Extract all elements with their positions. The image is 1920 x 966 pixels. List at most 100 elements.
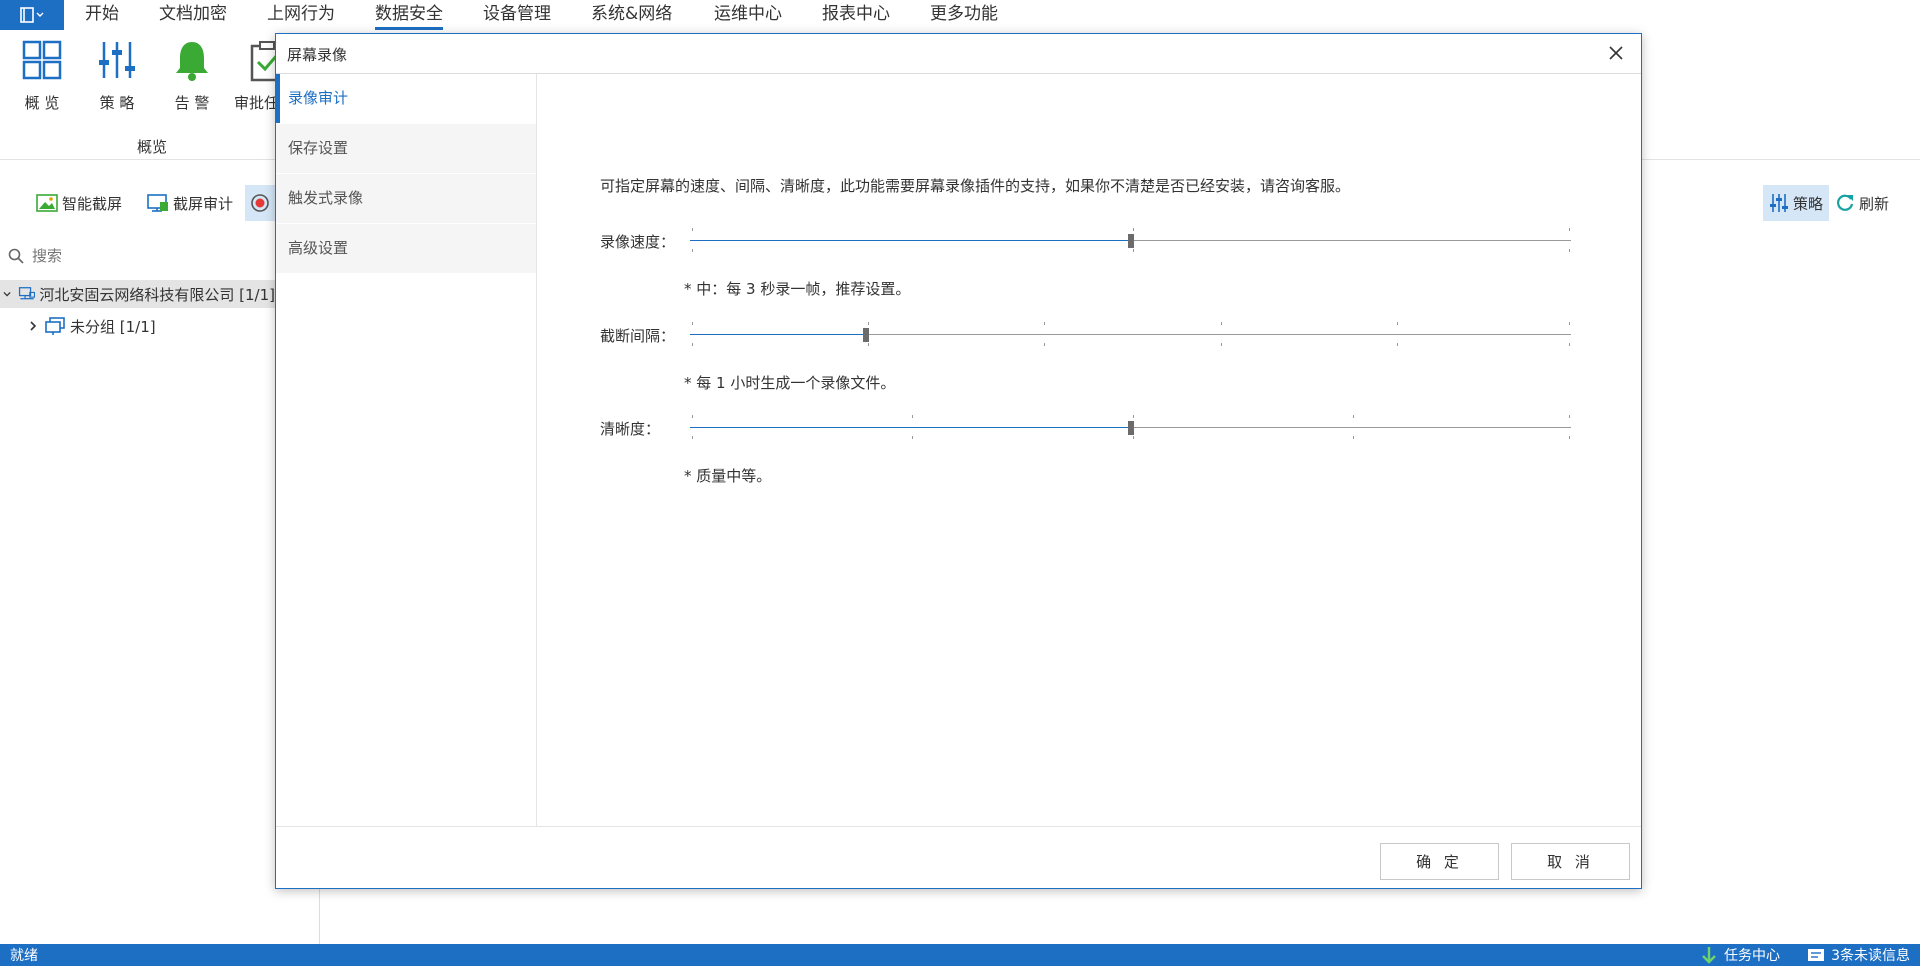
menu-tab-doc-encryption[interactable]: 文档加密 — [159, 0, 227, 30]
slider-fill — [690, 427, 1131, 428]
slider-tick — [1221, 343, 1222, 346]
dialog-nav: 录像审计 保存设置 触发式录像 高级设置 — [276, 74, 537, 826]
strategy-ribbon-button[interactable]: 策 略 — [85, 38, 149, 113]
ribbon-group-label: 概览 — [136, 138, 167, 156]
clarity-note: * 质量中等。 — [684, 467, 772, 485]
cut-interval-note: * 每 1 小时生成一个录像文件。 — [684, 374, 896, 392]
description-text: 可指定屏幕的速度、间隔、清晰度，此功能需要屏幕录像插件的支持，如果你不清楚是否已… — [600, 177, 1351, 195]
dialog-title: 屏幕录像 — [287, 46, 348, 64]
slider-tick — [692, 415, 693, 418]
nav-item-save-settings[interactable]: 保存设置 — [276, 124, 536, 173]
sliders-icon — [1770, 194, 1788, 212]
grid-icon — [22, 40, 62, 80]
confirm-button[interactable]: 确 定 — [1380, 843, 1499, 880]
task-center-label: 任务中心 — [1724, 948, 1780, 964]
tree-node-ungrouped[interactable]: 未分组 [1/1] — [26, 312, 156, 340]
tree-node-company-label: 河北安固云网络科技有限公司 [1/1] — [39, 285, 275, 304]
app-menu-icon — [20, 7, 44, 23]
slider-tick — [1221, 322, 1222, 325]
slider-tick — [692, 343, 693, 346]
record-speed-label: 录像速度： — [600, 233, 676, 251]
cut-interval-slider[interactable] — [690, 322, 1571, 348]
dialog-content: 可指定屏幕的速度、间隔、清晰度，此功能需要屏幕录像插件的支持，如果你不清楚是否已… — [538, 74, 1641, 826]
slider-tick — [1044, 322, 1045, 325]
screen-record-button[interactable] — [245, 185, 275, 221]
search-box[interactable] — [0, 242, 280, 270]
slider-tick — [1133, 249, 1134, 252]
slider-tick — [1569, 228, 1570, 231]
strategy-ribbon-label: 策 略 — [99, 94, 135, 112]
menu-tab-internet-behavior[interactable]: 上网行为 — [267, 0, 335, 30]
unread-messages-button[interactable]: 3条未读信息 — [1807, 945, 1910, 965]
slider-tick — [868, 343, 869, 346]
alert-button[interactable]: 告 警 — [160, 38, 224, 113]
clarity-label: 清晰度： — [600, 420, 661, 438]
chevron-down-icon[interactable] — [0, 285, 14, 303]
nav-item-advanced-settings[interactable]: 高级设置 — [276, 224, 536, 273]
slider-tick — [1133, 415, 1134, 418]
screen-recording-dialog: 屏幕录像 录像审计 保存设置 触发式录像 高级设置 可指定屏幕的速度、间隔、清晰… — [275, 33, 1642, 889]
menu-tab-more-features[interactable]: 更多功能 — [930, 0, 998, 30]
status-text: 就绪 — [10, 948, 38, 964]
bell-icon — [176, 42, 208, 81]
network-computer-icon — [19, 287, 36, 300]
menu-bar: 开始 文档加密 上网行为 数据安全 设备管理 系统&网络 运维中心 报表中心 更… — [0, 0, 1920, 30]
close-icon — [1609, 46, 1623, 60]
message-icon — [1808, 949, 1825, 961]
slider-tick — [1569, 436, 1570, 439]
group-computer-icon — [45, 317, 65, 335]
slider-tick — [692, 228, 693, 231]
chevron-right-icon[interactable] — [26, 317, 40, 335]
cancel-button[interactable]: 取 消 — [1511, 843, 1630, 880]
record-icon — [251, 194, 269, 212]
monitor-icon — [147, 194, 168, 212]
slider-tick — [912, 415, 913, 418]
clarity-slider[interactable] — [690, 415, 1571, 441]
slider-tick — [692, 436, 693, 439]
slider-tick — [1133, 436, 1134, 439]
slider-tick — [1133, 228, 1134, 231]
slider-tick — [1353, 415, 1354, 418]
refresh-label: 刷新 — [1859, 194, 1890, 213]
slider-fill — [690, 334, 867, 335]
slider-thumb[interactable] — [863, 328, 870, 342]
slider-tick — [1397, 322, 1398, 325]
overview-button[interactable]: 概 览 — [10, 38, 74, 113]
download-arrow-icon — [1702, 947, 1716, 964]
slider-thumb[interactable] — [1127, 421, 1134, 435]
refresh-icon — [1837, 194, 1854, 211]
nav-item-record-audit[interactable]: 录像审计 — [276, 74, 536, 123]
menu-tab-report-center[interactable]: 报表中心 — [822, 0, 890, 30]
slider-tick — [868, 322, 869, 325]
tree-node-company[interactable]: 河北安固云网络科技有限公司 [1/1] — [0, 280, 275, 308]
record-speed-note: * 中：每 3 秒录一帧，推荐设置。 — [684, 280, 911, 298]
menu-tab-device-management[interactable]: 设备管理 — [483, 0, 551, 30]
search-input[interactable] — [32, 247, 232, 265]
menu-tab-data-security[interactable]: 数据安全 — [375, 0, 443, 30]
slider-tick — [1397, 343, 1398, 346]
app-menu-button[interactable] — [0, 0, 64, 30]
menu-tab-system-network[interactable]: 系统&网络 — [591, 0, 672, 30]
refresh-button[interactable]: 刷新 — [1835, 185, 1889, 221]
panel-divider[interactable] — [319, 880, 320, 944]
search-icon — [8, 248, 24, 264]
screenshot-audit-label: 截屏审计 — [173, 194, 234, 213]
menu-tab-ops-center[interactable]: 运维中心 — [714, 0, 782, 30]
screenshot-audit-button[interactable]: 截屏审计 — [147, 185, 233, 221]
dialog-titlebar[interactable]: 屏幕录像 — [276, 34, 1641, 74]
close-button[interactable] — [1605, 42, 1627, 64]
slider-tick — [1044, 343, 1045, 346]
sliders-icon — [99, 42, 135, 78]
task-center-button[interactable]: 任务中心 — [1700, 945, 1780, 965]
slider-tick — [1569, 249, 1570, 252]
slider-thumb[interactable] — [1127, 234, 1134, 248]
slider-fill — [690, 240, 1131, 241]
smart-screenshot-button[interactable]: 智能截屏 — [36, 185, 122, 221]
slider-tick — [1353, 436, 1354, 439]
cut-interval-label: 截断间隔： — [600, 327, 676, 345]
menu-tab-start[interactable]: 开始 — [85, 0, 119, 30]
nav-item-triggered-recording[interactable]: 触发式录像 — [276, 174, 536, 223]
slider-tick — [692, 249, 693, 252]
record-speed-slider[interactable] — [690, 228, 1571, 254]
strategy-button[interactable]: 策略 — [1763, 185, 1830, 221]
